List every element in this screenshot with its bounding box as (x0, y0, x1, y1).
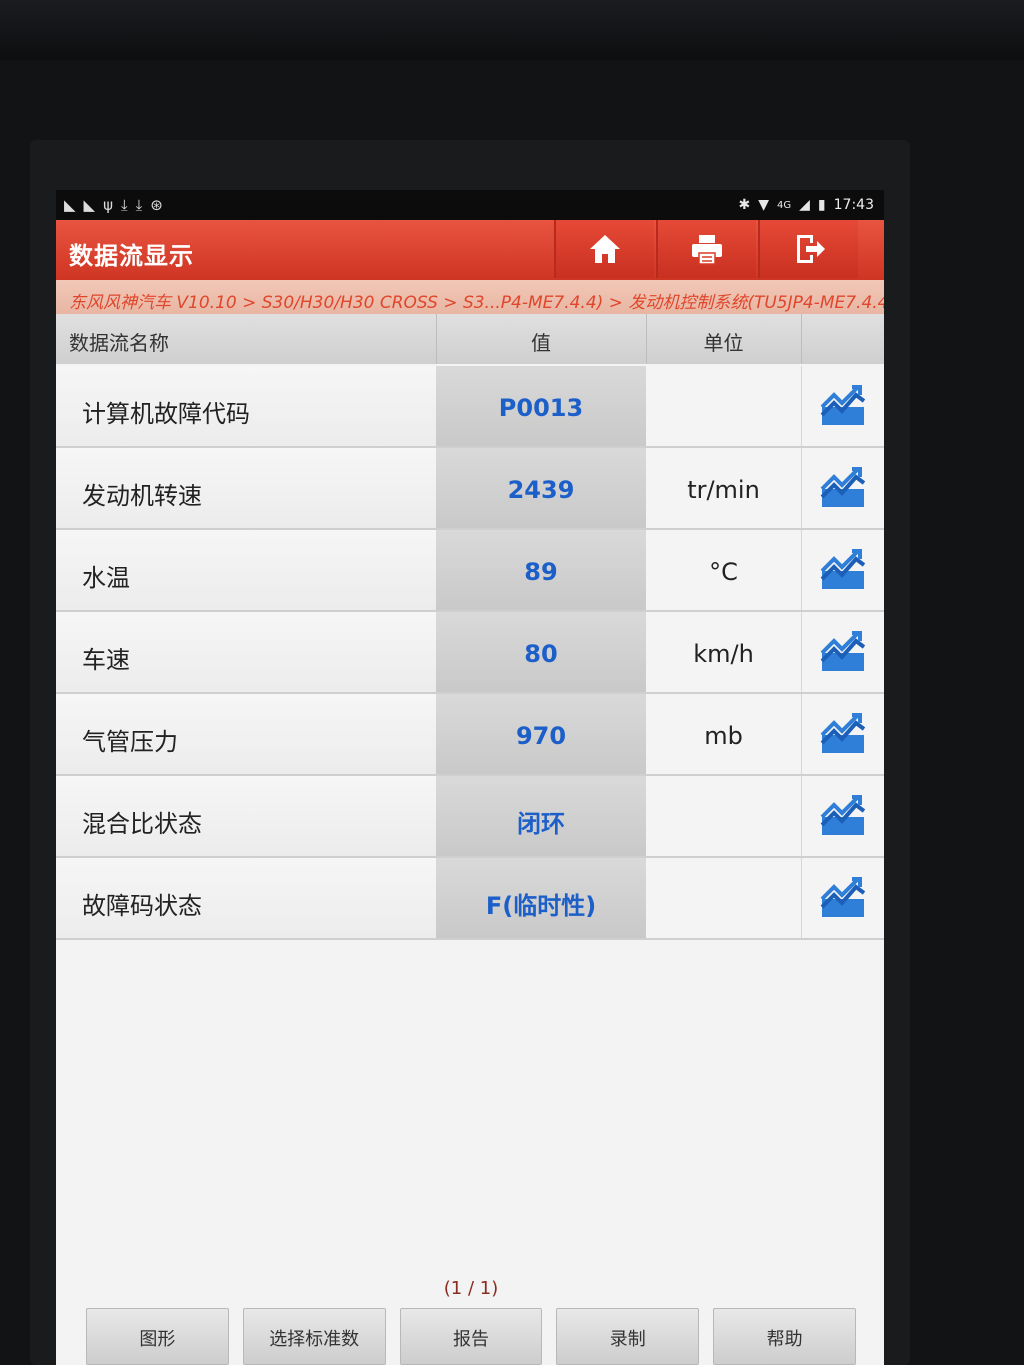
app-icon: ⊛ (150, 196, 163, 214)
trend-chart-icon (820, 795, 866, 835)
signal-icon: ◢ (799, 197, 810, 213)
notification-icon: ◣ (83, 196, 96, 214)
record-button[interactable]: 录制 (556, 1308, 700, 1365)
row-name: 故障码状态 (56, 858, 436, 938)
row-name: 发动机转速 (56, 448, 436, 528)
row-value: 闭环 (436, 776, 646, 856)
notification-icon: ◣ (64, 196, 76, 214)
row-unit (646, 366, 801, 446)
table-row[interactable]: 计算机故障代码 P0013 (56, 366, 884, 448)
row-value: 2439 (436, 448, 646, 528)
row-value: F(临时性) (436, 858, 646, 938)
trend-chart-icon (820, 877, 866, 917)
table-row[interactable]: 气管压力 970 mb (56, 694, 884, 776)
header-divider (801, 314, 802, 364)
printer-icon (692, 235, 722, 265)
row-value: 89 (436, 530, 646, 610)
trend-chart-icon (820, 549, 866, 589)
exit-button[interactable] (758, 220, 858, 278)
breadcrumb: 东风风神汽车 V10.10 > S30/H30/H30 CROSS > S3..… (56, 280, 884, 314)
page-indicator: (1 / 1) (443, 1278, 499, 1299)
print-button[interactable] (656, 220, 756, 278)
trend-graph-button[interactable] (801, 776, 884, 856)
exit-icon (797, 235, 825, 263)
table-row[interactable]: 发动机转速 2439 tr/min (56, 448, 884, 530)
row-unit: km/h (646, 612, 801, 692)
device-bezel-top (0, 0, 1024, 60)
clock: 17:43 (833, 197, 874, 213)
trend-chart-icon (820, 713, 866, 753)
trend-graph-button[interactable] (801, 694, 884, 774)
empty-list-area (56, 940, 884, 1300)
header-unit: 单位 (703, 331, 744, 355)
row-unit: °C (646, 530, 801, 610)
row-name: 计算机故障代码 (56, 366, 436, 446)
network-label: 4G (777, 199, 792, 211)
download-icon: ⤓ (121, 196, 128, 214)
row-unit: mb (646, 694, 801, 774)
row-name: 水温 (56, 530, 436, 610)
bluetooth-icon: ✱ (738, 197, 751, 213)
select-standard-button[interactable]: 选择标准数 (242, 1308, 386, 1365)
table-row[interactable]: 混合比状态 闭环 (56, 776, 884, 858)
row-name: 车速 (56, 612, 436, 692)
row-value: 970 (436, 694, 646, 774)
download-icon: ⤓ (135, 196, 143, 214)
row-name: 气管压力 (56, 694, 436, 774)
usb-icon: ψ (103, 196, 113, 214)
trend-graph-button[interactable] (801, 530, 884, 610)
trend-chart-icon (820, 385, 866, 425)
notification-icons: ◣ ◣ ψ ⤓ ⤓ ⊛ (64, 196, 163, 214)
status-bar: ◣ ◣ ψ ⤓ ⤓ ⊛ ✱ ▼ 4G ◢ ▮ 17:43 (56, 190, 884, 220)
trend-chart-icon (820, 631, 866, 671)
table-row[interactable]: 水温 89 °C (56, 530, 884, 612)
title-bar: 数据流显示 (56, 220, 884, 280)
home-icon (590, 235, 620, 263)
trend-graph-button[interactable] (801, 366, 884, 446)
trend-chart-icon (820, 467, 866, 507)
header-name: 数据流名称 (69, 331, 169, 355)
row-unit (646, 858, 801, 938)
graph-button[interactable]: 图形 (86, 1308, 229, 1365)
table-row[interactable]: 车速 80 km/h (56, 612, 884, 694)
trend-graph-button[interactable] (801, 448, 884, 528)
tablet-screen: ◣ ◣ ψ ⤓ ⤓ ⊛ ✱ ▼ 4G ◢ ▮ 17:43 数据流显示 东风风神汽… (56, 190, 884, 1365)
trend-graph-button[interactable] (801, 612, 884, 692)
system-icons: ✱ ▼ 4G ◢ ▮ 17:43 (739, 197, 875, 213)
row-value: P0013 (436, 366, 646, 446)
help-button[interactable]: 帮助 (713, 1308, 856, 1365)
battery-icon: ▮ (817, 197, 826, 213)
report-button[interactable]: 报告 (399, 1308, 543, 1365)
row-name: 混合比状态 (56, 776, 436, 856)
wifi-icon: ▼ (758, 197, 770, 213)
row-unit: tr/min (646, 448, 801, 528)
row-unit (646, 776, 801, 856)
header-value: 值 (531, 331, 551, 355)
bottom-toolbar: 图形 选择标准数 报告 录制 帮助 (86, 1308, 856, 1365)
table-row[interactable]: 故障码状态 F(临时性) (56, 858, 884, 940)
home-button[interactable] (554, 220, 654, 278)
trend-graph-button[interactable] (801, 858, 884, 938)
table-header: 数据流名称 值 单位 (56, 314, 884, 364)
row-value: 80 (436, 612, 646, 692)
data-stream-table: 计算机故障代码 P0013 发动机转速 2439 tr/min 水温 89 °C… (56, 366, 884, 940)
page-title: 数据流显示 (69, 242, 194, 270)
